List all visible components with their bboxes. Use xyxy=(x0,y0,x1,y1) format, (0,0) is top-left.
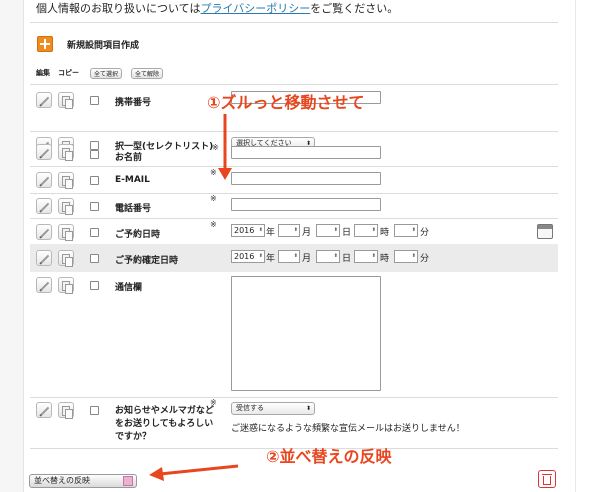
trash-icon[interactable] xyxy=(538,470,556,488)
apply-sort-label: 並べ替えの反映 xyxy=(34,476,90,485)
sort-icon xyxy=(123,476,133,486)
apply-sort-button[interactable]: 並べ替えの反映 xyxy=(29,474,137,488)
arrow-down-icon xyxy=(218,114,232,180)
annotation-arrows xyxy=(149,114,239,481)
arrow-left-icon xyxy=(149,464,239,481)
